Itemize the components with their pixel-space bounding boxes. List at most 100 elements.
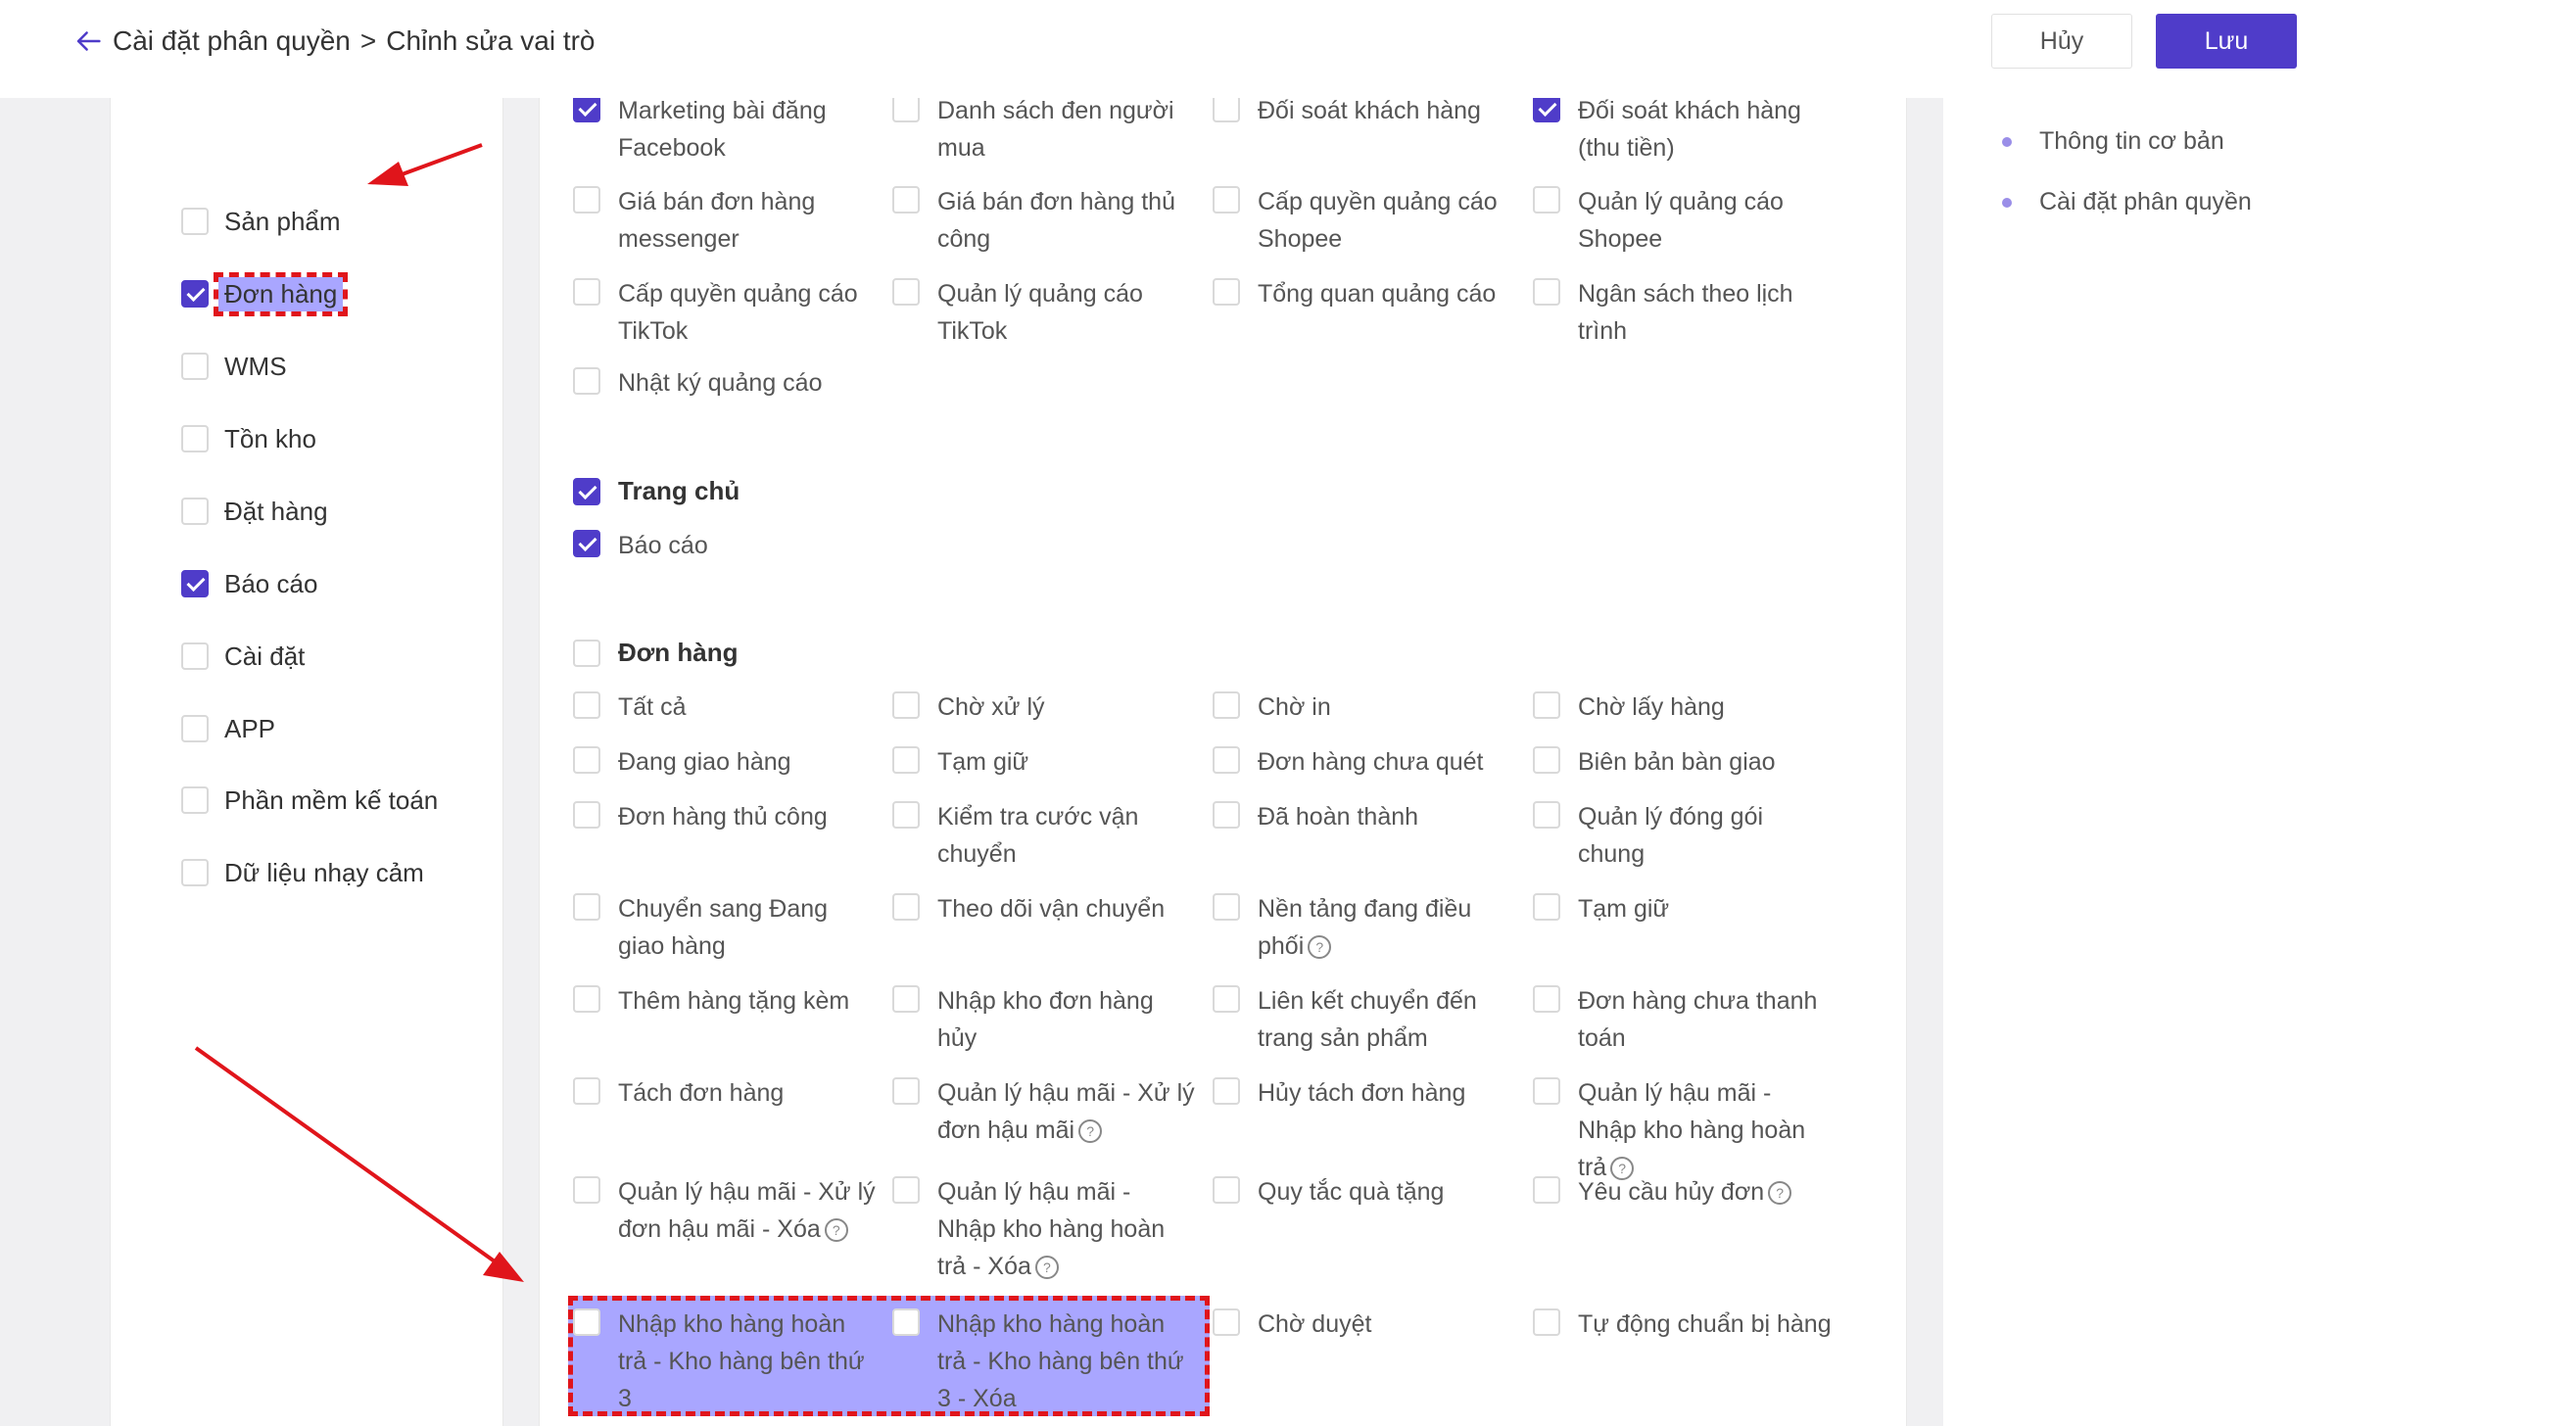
permission-item-tat-ca[interactable]: Tất cả — [573, 689, 877, 726]
permission-item-tach-don-hang[interactable]: Tách đơn hàng — [573, 1074, 877, 1112]
permission-checkbox[interactable] — [1213, 278, 1240, 306]
arrow-left-icon[interactable] — [72, 24, 105, 58]
permission-checkbox[interactable] — [573, 186, 600, 214]
permission-checkbox[interactable] — [573, 691, 600, 719]
permission-checkbox[interactable] — [1533, 1077, 1560, 1105]
permission-checkbox[interactable] — [1533, 95, 1560, 122]
help-circle-icon[interactable]: ? — [824, 1218, 848, 1243]
permission-item-danh-sach-den-nguoi-mua[interactable]: Danh sách đen người mua — [892, 92, 1196, 166]
permission-item-dang-giao-hang[interactable]: Đang giao hàng — [573, 743, 877, 781]
permission-item-ngan-sach-theo-lich-trinh[interactable]: Ngân sách theo lịch trình — [1533, 275, 1837, 350]
permission-item-don-hang-chua-thanh-toan[interactable]: Đơn hàng chưa thanh toán — [1533, 982, 1837, 1057]
permission-checkbox[interactable] — [892, 893, 920, 921]
permission-item-cho-lay-hang[interactable]: Chờ lấy hàng — [1533, 689, 1837, 726]
save-button[interactable]: Lưu — [2156, 14, 2297, 69]
permission-checkbox[interactable] — [1213, 893, 1240, 921]
permission-item-nhap-kho-hang-hoan-tra-kho-hang-ben-thu-3[interactable]: Nhập kho hàng hoàn trả - Kho hàng bên th… — [573, 1306, 877, 1417]
permission-item-tam-giu[interactable]: Tạm giữ — [892, 743, 1196, 781]
permission-item-cap-quyen-quang-cao-tiktok[interactable]: Cấp quyền quảng cáo TikTok — [573, 275, 877, 350]
permission-item-quan-ly-hau-mai-nhap-kho-hang-hoan-tra[interactable]: Quản lý hậu mãi - Nhập kho hàng hoàn trả… — [1533, 1074, 1837, 1186]
permission-checkbox[interactable] — [1213, 1077, 1240, 1105]
permission-item-quan-ly-quang-cao-tiktok[interactable]: Quản lý quảng cáo TikTok — [892, 275, 1196, 350]
permission-item-gia-ban-don-hang-thu-cong[interactable]: Giá bán đơn hàng thủ công — [892, 183, 1196, 258]
permission-checkbox[interactable] — [1213, 801, 1240, 829]
group-checkbox[interactable] — [573, 639, 600, 667]
help-circle-icon[interactable]: ? — [1768, 1181, 1792, 1206]
group-title-trang-chu[interactable]: Trang chủ — [573, 476, 739, 506]
permission-checkbox[interactable] — [1213, 746, 1240, 774]
permission-item-tu-dong-chuan-bi-hang[interactable]: Tự động chuẩn bị hàng — [1533, 1306, 1837, 1343]
help-circle-icon[interactable]: ? — [1034, 1256, 1059, 1280]
permission-checkbox[interactable] — [573, 95, 600, 122]
permission-checkbox[interactable] — [1213, 95, 1240, 122]
permission-item-quy-tac-qua-tang[interactable]: Quy tắc quà tặng — [1213, 1173, 1516, 1211]
permission-checkbox[interactable] — [892, 278, 920, 306]
permission-checkbox[interactable] — [573, 278, 600, 306]
group-title-don-hang[interactable]: Đơn hàng — [573, 638, 738, 668]
permission-item-gia-ban-don-hang-messenger[interactable]: Giá bán đơn hàng messenger — [573, 183, 877, 258]
permission-item-marketing-bai-dang-facebook[interactable]: Marketing bài đăng Facebook — [573, 92, 877, 166]
permission-item-yeu-cau-huy-don[interactable]: Yêu cầu hủy đơn? — [1533, 1173, 1837, 1211]
permission-item-lien-ket-chuyen-den-trang-san-pham[interactable]: Liên kết chuyển đến trang sản phẩm — [1213, 982, 1516, 1057]
permission-item-cho-in[interactable]: Chờ in — [1213, 689, 1516, 726]
permission-checkbox[interactable] — [1533, 1176, 1560, 1204]
permission-item-cho-xu-ly[interactable]: Chờ xử lý — [892, 689, 1196, 726]
permission-item-bao-cao[interactable]: Báo cáo — [573, 527, 877, 564]
permission-item-tong-quan-quang-cao[interactable]: Tổng quan quảng cáo — [1213, 275, 1516, 312]
permission-item-chuyen-sang-dang-giao-hang[interactable]: Chuyển sang Đang giao hàng — [573, 890, 877, 965]
back-link[interactable]: Cài đặt phân quyền > Chỉnh sửa vai trò — [72, 22, 596, 61]
permission-item-them-hang-tang-kem[interactable]: Thêm hàng tặng kèm — [573, 982, 877, 1020]
cancel-button[interactable]: Hủy — [1991, 14, 2132, 69]
permission-item-nhat-ky-quang-cao[interactable]: Nhật ký quảng cáo — [573, 364, 877, 402]
permission-item-da-hoan-thanh[interactable]: Đã hoàn thành — [1213, 798, 1516, 835]
permission-checkbox[interactable] — [892, 691, 920, 719]
permission-checkbox[interactable] — [892, 95, 920, 122]
permission-checkbox[interactable] — [1213, 186, 1240, 214]
permission-checkbox[interactable] — [1213, 1308, 1240, 1336]
permission-checkbox[interactable] — [892, 186, 920, 214]
permission-checkbox[interactable] — [573, 1077, 600, 1105]
permission-item-bien-ban-ban-giao[interactable]: Biên bản bàn giao — [1533, 743, 1837, 781]
permission-checkbox[interactable] — [1213, 1176, 1240, 1204]
permission-item-don-hang-chua-quet[interactable]: Đơn hàng chưa quét — [1213, 743, 1516, 781]
permission-item-nhap-kho-don-hang-huy[interactable]: Nhập kho đơn hàng hủy — [892, 982, 1196, 1057]
permission-checkbox[interactable] — [573, 1176, 600, 1204]
permission-item-cap-quyen-quang-cao-shopee[interactable]: Cấp quyền quảng cáo Shopee — [1213, 183, 1516, 258]
permission-checkbox[interactable] — [892, 985, 920, 1013]
permission-checkbox[interactable] — [573, 530, 600, 557]
permission-item-don-hang-thu-cong[interactable]: Đơn hàng thủ công — [573, 798, 877, 835]
help-circle-icon[interactable]: ? — [1308, 935, 1332, 960]
permission-checkbox[interactable] — [892, 801, 920, 829]
permission-checkbox[interactable] — [892, 1176, 920, 1204]
permission-checkbox[interactable] — [1533, 893, 1560, 921]
permission-item-huy-tach-don-hang[interactable]: Hủy tách đơn hàng — [1213, 1074, 1516, 1112]
permission-checkbox[interactable] — [892, 746, 920, 774]
permission-checkbox[interactable] — [1533, 691, 1560, 719]
permission-item-theo-doi-van-chuyen[interactable]: Theo dõi vận chuyển — [892, 890, 1196, 927]
breadcrumb-parent[interactable]: Cài đặt phân quyền — [113, 25, 351, 57]
help-circle-icon[interactable]: ? — [1078, 1119, 1103, 1144]
permission-item-nen-tang-dang-dieu-phoi[interactable]: Nền tảng đang điều phối? — [1213, 890, 1516, 965]
permission-checkbox[interactable] — [573, 367, 600, 395]
permission-checkbox[interactable] — [573, 985, 600, 1013]
permission-item-tam-giu[interactable]: Tạm giữ — [1533, 890, 1837, 927]
group-checkbox[interactable] — [573, 477, 600, 505]
permission-item-cho-duyet[interactable]: Chờ duyệt — [1213, 1306, 1516, 1343]
permission-item-quan-ly-hau-mai-xu-ly-don-hau-mai-xoa[interactable]: Quản lý hậu mãi - Xử lý đơn hậu mãi - Xó… — [573, 1173, 877, 1248]
permission-checkbox[interactable] — [573, 801, 600, 829]
permission-checkbox[interactable] — [1533, 801, 1560, 829]
permission-checkbox[interactable] — [573, 1308, 600, 1336]
permission-checkbox[interactable] — [1213, 985, 1240, 1013]
permission-item-quan-ly-dong-goi-chung[interactable]: Quản lý đóng gói chung — [1533, 798, 1837, 873]
permission-checkbox[interactable] — [573, 746, 600, 774]
permission-checkbox[interactable] — [892, 1308, 920, 1336]
permission-item-quan-ly-quang-cao-shopee[interactable]: Quản lý quảng cáo Shopee — [1533, 183, 1837, 258]
permission-item-doi-soat-khach-hang-thu-tien[interactable]: Đối soát khách hàng (thu tiền) — [1533, 92, 1837, 166]
permission-checkbox[interactable] — [892, 1077, 920, 1105]
permission-checkbox[interactable] — [1533, 1308, 1560, 1336]
permission-item-quan-ly-hau-mai-nhap-kho-hang-hoan-tra-xoa[interactable]: Quản lý hậu mãi - Nhập kho hàng hoàn trả… — [892, 1173, 1196, 1285]
permission-item-quan-ly-hau-mai-xu-ly-don-hau-mai[interactable]: Quản lý hậu mãi - Xử lý đơn hậu mãi? — [892, 1074, 1196, 1149]
permission-item-nhap-kho-hang-hoan-tra-kho-hang-ben-thu-3-xoa[interactable]: Nhập kho hàng hoàn trả - Kho hàng bên th… — [892, 1306, 1196, 1417]
permission-checkbox[interactable] — [1533, 985, 1560, 1013]
permission-checkbox[interactable] — [1533, 278, 1560, 306]
